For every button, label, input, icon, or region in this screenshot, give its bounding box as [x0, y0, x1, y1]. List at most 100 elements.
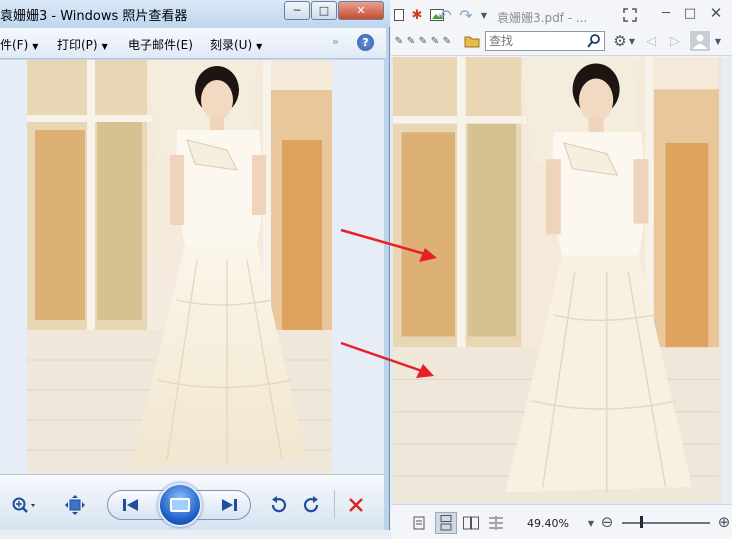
pdf-reader-window: ✱ ↶ ↷ ▼ 袁姗姗3.pdf - ... ─ □ ✕ ✎ ✎ ✎ ✎ ✎ ⚙… [391, 0, 732, 539]
menu-file[interactable]: 件(F) ▼ [0, 36, 38, 53]
search-input[interactable] [489, 33, 585, 49]
search-icon [587, 34, 600, 48]
pdf-maximize-button[interactable]: □ [680, 3, 700, 23]
quick-access-dropdown[interactable]: ▼ [479, 9, 489, 21]
zoom-button[interactable] [6, 494, 40, 516]
zoom-in-icon: ⊕ [717, 513, 731, 531]
two-page-continuous-button[interactable] [487, 514, 505, 532]
slideshow-button[interactable] [158, 483, 202, 527]
help-button[interactable]: ? [357, 34, 374, 51]
pdf-page-photo [393, 57, 719, 502]
pen-icon: ✎ [394, 35, 404, 47]
delete-button[interactable] [344, 494, 368, 516]
two-page-view-button[interactable] [462, 514, 480, 532]
single-page-icon [413, 516, 425, 530]
pdf-minimize-button[interactable]: ─ [656, 3, 676, 23]
gear-icon: ⚙ [613, 32, 627, 50]
chevron-down-icon: ▼ [714, 36, 722, 46]
viewer-menubar: 件(F) ▼ 打印(P) ▼ 电子邮件(E) 刻录(U) ▼ » ? [0, 28, 386, 59]
zoom-in-button[interactable]: ⊕ [715, 513, 732, 531]
pen-icon: ✎ [442, 35, 452, 47]
next-button[interactable] [216, 496, 242, 514]
continuous-view-button[interactable] [435, 512, 457, 534]
close-icon: ✕ [356, 4, 366, 17]
fullscreen-icon [623, 8, 637, 22]
triangle-right-icon: ▷ [670, 33, 680, 49]
forward-button[interactable]: ▷ [667, 32, 683, 50]
zoom-out-icon: ⊖ [600, 513, 614, 531]
snapshot-button[interactable]: ✱ [409, 7, 425, 23]
menu-overflow-icon[interactable]: » [332, 35, 339, 48]
minimize-icon: ─ [662, 5, 670, 21]
settings-dropdown[interactable]: ▼ [628, 34, 636, 48]
user-icon [693, 34, 707, 49]
continuous-page-icon [440, 515, 452, 531]
back-button[interactable]: ◁ [643, 32, 659, 50]
page-icon [394, 9, 404, 21]
chevron-down-icon: ▼ [256, 42, 263, 51]
user-avatar[interactable] [690, 31, 710, 51]
menu-print-label: 打印(P) [57, 38, 98, 52]
previous-icon [123, 499, 138, 511]
minimize-button[interactable]: ─ [284, 1, 310, 20]
viewer-photo [27, 60, 332, 474]
photo-illustration [27, 60, 332, 474]
folder-button[interactable] [463, 33, 481, 49]
chevron-down-icon: ▼ [587, 518, 595, 528]
rotate-left-icon [271, 496, 287, 513]
pdf-window-title: 袁姗姗3.pdf - ... [497, 11, 588, 25]
menu-print[interactable]: 打印(P) ▼ [57, 36, 108, 53]
chevron-down-icon: ▼ [32, 42, 39, 51]
chevron-down-icon: ▼ [101, 42, 108, 51]
undo-button[interactable]: ↶ [432, 6, 458, 25]
redo-button[interactable]: ↷ [456, 6, 476, 25]
pdf-close-button[interactable]: ✕ [705, 3, 727, 23]
vertical-scrollbar[interactable] [721, 57, 732, 504]
rotate-left-button[interactable] [266, 494, 290, 516]
help-icon: ? [362, 36, 369, 49]
single-page-view-button[interactable] [411, 514, 427, 532]
menu-email[interactable]: 电子邮件(E) [128, 36, 193, 53]
previous-button[interactable] [118, 496, 144, 514]
zoom-slider-thumb[interactable] [639, 516, 643, 528]
triangle-left-icon: ◁ [646, 33, 656, 49]
layout-button[interactable] [622, 7, 638, 23]
zoom-slider[interactable] [622, 522, 710, 524]
zoom-dropdown[interactable]: ▼ [587, 517, 595, 529]
close-button[interactable]: ✕ [338, 1, 384, 20]
chevron-down-icon: ▼ [628, 36, 636, 46]
menu-email-label: 电子邮件(E) [128, 38, 193, 52]
user-dropdown[interactable]: ▼ [713, 34, 723, 48]
photo-viewer-window: 袁姗姗3 - Windows 照片查看器 ─ □ ✕ 件(F) ▼ 打印(P) ▼ … [0, 0, 390, 530]
close-icon: ✕ [709, 4, 723, 22]
pen-icon: ✎ [418, 35, 428, 47]
next-icon [222, 499, 237, 511]
two-page-icon [463, 516, 479, 530]
magnifier-icon [12, 497, 35, 513]
maximize-button[interactable]: □ [311, 1, 337, 20]
menu-burn-label: 刻录(U) [210, 38, 253, 52]
maximize-icon: □ [683, 5, 697, 21]
delete-icon [349, 498, 363, 512]
page-icon[interactable] [393, 8, 405, 22]
star-burst-icon: ✱ [411, 7, 423, 23]
annotation-tool[interactable]: ✎ [417, 34, 429, 48]
menu-burn[interactable]: 刻录(U) ▼ [210, 36, 262, 53]
pen-icon: ✎ [406, 35, 416, 47]
annotation-tool[interactable]: ✎ [441, 34, 453, 48]
chevron-down-icon: ▼ [480, 10, 488, 20]
annotation-tool[interactable]: ✎ [405, 34, 417, 48]
settings-button[interactable]: ⚙ [610, 32, 630, 50]
two-page-continuous-icon [489, 516, 503, 530]
zoom-out-button[interactable]: ⊖ [598, 513, 616, 531]
zoom-level[interactable]: 49.40% [527, 517, 569, 530]
search-field[interactable] [485, 31, 605, 51]
pen-icon: ✎ [430, 35, 440, 47]
annotation-tool[interactable]: ✎ [429, 34, 441, 48]
annotation-tool[interactable]: ✎ [393, 34, 405, 48]
actual-size-button[interactable] [63, 494, 87, 516]
rotate-right-button[interactable] [300, 494, 324, 516]
rotate-right-icon [303, 496, 319, 513]
control-divider [334, 490, 335, 518]
minimize-icon: ─ [293, 4, 301, 17]
